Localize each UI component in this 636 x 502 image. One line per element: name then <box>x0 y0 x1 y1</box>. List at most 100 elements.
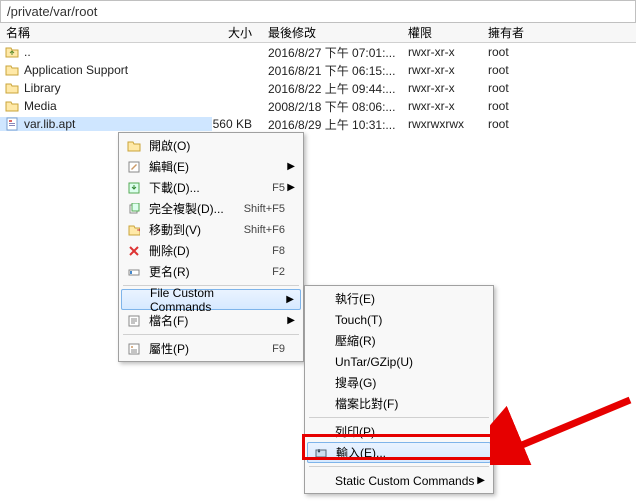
col-header-name[interactable]: 名稱 <box>0 24 212 41</box>
file-date: 2016/8/21 下午 06:15:... <box>262 62 402 79</box>
file-name: Library <box>24 81 61 95</box>
table-row[interactable]: var.lib.apt560 KB2016/8/29 上午 10:31:...r… <box>0 115 636 133</box>
file-perm: rwxr-xr-x <box>402 63 482 77</box>
menu-item[interactable]: File Custom Commands▶ <box>121 289 301 310</box>
menu-separator <box>309 466 489 467</box>
blank-icon <box>311 375 329 391</box>
submenu-item-label: 搜尋(G) <box>335 374 475 391</box>
submenu-item-label: 壓縮(R) <box>335 332 475 349</box>
context-menu: 開啟(O)編輯(E)▶下載(D)...F5▶完全複製(D)...Shift+F5… <box>118 132 304 362</box>
file-date: 2016/8/22 上午 09:44:... <box>262 80 402 97</box>
menu-item[interactable]: 更名(R)F2 <box>121 261 301 282</box>
open-icon <box>125 138 143 154</box>
menu-item-label: 移動到(V) <box>149 221 234 238</box>
col-header-perm[interactable]: 權限 <box>402 24 482 41</box>
file-perm: rwxr-xr-x <box>402 45 482 59</box>
file-owner: root <box>482 99 542 113</box>
table-row[interactable]: Library 2016/8/22 上午 09:44:...rwxr-xr-xro… <box>0 79 636 97</box>
blank-icon <box>311 312 329 328</box>
file-perm: rwxr-xr-x <box>402 99 482 113</box>
filename-icon <box>125 313 143 329</box>
table-row[interactable]: .. 2016/8/27 下午 07:01:...rwxr-xr-xroot <box>0 43 636 61</box>
submenu-item[interactable]: Static Custom Commands▶ <box>307 470 491 491</box>
copy-icon <box>125 201 143 217</box>
menu-item-label: 下載(D)... <box>149 179 262 196</box>
menu-item[interactable]: 移動到(V)Shift+F6 <box>121 219 301 240</box>
col-header-size[interactable]: 大小 <box>212 24 262 41</box>
download-icon <box>125 180 143 196</box>
folder-icon <box>4 45 20 59</box>
menu-item-label: File Custom Commands <box>150 286 274 314</box>
menu-item[interactable]: 編輯(E) ▶ <box>121 156 301 177</box>
menu-item[interactable]: 刪除(D)F8 <box>121 240 301 261</box>
path-bar[interactable]: /private/var/root <box>0 0 636 23</box>
file-owner: root <box>482 81 542 95</box>
submenu-arrow-icon: ▶ <box>285 161 295 172</box>
file-list: ..2016/8/27 下午 07:01:...rwxr-xr-xrootApp… <box>0 43 636 133</box>
table-row[interactable]: Application Support 2016/8/21 下午 06:15:..… <box>0 61 636 79</box>
submenu-item[interactable]: 輸入(E)... <box>307 442 491 463</box>
blank-icon <box>311 396 329 412</box>
submenu-item[interactable]: Touch(T) <box>307 309 491 330</box>
menu-separator <box>123 334 299 335</box>
file-size: 560 KB <box>212 117 262 131</box>
menu-item[interactable]: 開啟(O) <box>121 135 301 156</box>
submenu-item-label: 列印(P) <box>335 423 475 440</box>
menu-item[interactable]: 檔名(F)▶ <box>121 310 301 331</box>
submenu-item-label: 檔案比對(F) <box>335 395 475 412</box>
file-icon <box>4 117 20 131</box>
submenu-item[interactable]: 列印(P) <box>307 421 491 442</box>
menu-item-shortcut: F5 <box>262 182 285 194</box>
folder-icon <box>4 63 20 77</box>
submenu-item[interactable]: UnTar/GZip(U) <box>307 351 491 372</box>
edit-icon <box>125 159 143 175</box>
file-owner: root <box>482 45 542 59</box>
submenu-item-label: 輸入(E)... <box>336 444 474 461</box>
submenu-item[interactable]: 壓縮(R) <box>307 330 491 351</box>
props-icon <box>125 341 143 357</box>
menu-item-shortcut: F8 <box>262 245 285 257</box>
submenu-item-label: 執行(E) <box>335 290 475 307</box>
menu-item[interactable]: 屬性(P)F9 <box>121 338 301 359</box>
file-date: 2016/8/27 下午 07:01:... <box>262 44 402 61</box>
submenu-item-label: Touch(T) <box>335 313 475 327</box>
submenu-item-label: UnTar/GZip(U) <box>335 355 475 369</box>
menu-item-label: 屬性(P) <box>149 340 262 357</box>
file-date: 2016/8/29 上午 10:31:... <box>262 116 402 133</box>
menu-item[interactable]: 下載(D)...F5▶ <box>121 177 301 198</box>
submenu-arrow-icon: ▶ <box>285 182 295 193</box>
menu-separator <box>309 417 489 418</box>
menu-item-label: 檔名(F) <box>149 312 275 329</box>
context-submenu: 執行(E) Touch(T) 壓縮(R) UnTar/GZip(U) 搜尋(G) 檔案比對… <box>304 285 494 494</box>
file-name: Media <box>24 99 57 113</box>
table-row[interactable]: Media 2008/2/18 下午 08:06:...rwxr-xr-xroot <box>0 97 636 115</box>
menu-item[interactable]: 完全複製(D)...Shift+F5 <box>121 198 301 219</box>
file-owner: root <box>482 63 542 77</box>
blank-icon <box>311 291 329 307</box>
column-header-row: 名稱 大小 最後修改 權限 擁有者 <box>0 23 636 43</box>
input-icon <box>312 445 330 461</box>
delete-icon <box>125 243 143 259</box>
move-icon <box>125 222 143 238</box>
file-perm: rwxr-xr-x <box>402 81 482 95</box>
submenu-item[interactable]: 執行(E) <box>307 288 491 309</box>
file-name: .. <box>24 45 31 59</box>
menu-item-shortcut: Shift+F5 <box>234 203 285 215</box>
rename-icon <box>125 264 143 280</box>
menu-item-shortcut: F2 <box>262 266 285 278</box>
menu-item-label: 編輯(E) <box>149 158 275 175</box>
folder-icon <box>4 99 20 113</box>
file-date: 2008/2/18 下午 08:06:... <box>262 98 402 115</box>
col-header-date[interactable]: 最後修改 <box>262 24 402 41</box>
blank-icon <box>311 333 329 349</box>
submenu-item[interactable]: 搜尋(G) <box>307 372 491 393</box>
submenu-arrow-icon: ▶ <box>284 294 294 305</box>
col-header-owner[interactable]: 擁有者 <box>482 24 542 41</box>
submenu-arrow-icon: ▶ <box>475 475 485 486</box>
submenu-item[interactable]: 檔案比對(F) <box>307 393 491 414</box>
annotation-arrow <box>490 395 636 465</box>
blank-icon <box>311 424 329 440</box>
file-name: Application Support <box>24 63 128 77</box>
folder-icon <box>4 81 20 95</box>
file-owner: root <box>482 117 542 131</box>
